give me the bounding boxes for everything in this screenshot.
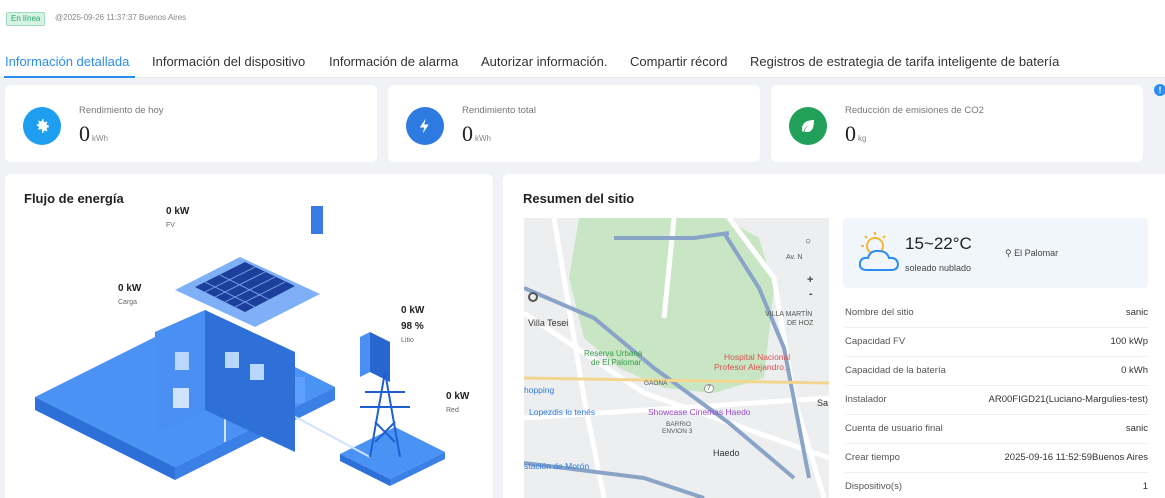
stat-card-today-yield: Rendimiento de hoy 0 kWh <box>5 85 377 162</box>
tab-detailed-info[interactable]: Información detallada <box>5 54 129 69</box>
info-row-installer: Instalador AR00FIGD21(Luciano-Margulies-… <box>845 386 1148 415</box>
tab-alarm-info[interactable]: Información de alarma <box>329 54 458 69</box>
grid-label: Red <box>446 407 459 414</box>
info-label: Capacidad FV <box>845 336 906 347</box>
map-label: Av. N <box>786 254 803 261</box>
energy-flow-illustration <box>35 206 445 486</box>
info-row-end-user: Cuenta de usuario final sanic <box>845 415 1148 444</box>
info-label: Capacidad de la batería <box>845 365 946 376</box>
grid-power-value: 0 kW <box>446 391 470 402</box>
map-label: Showcase Cinemas Haedo <box>648 407 751 417</box>
load-label: Carga <box>118 299 138 306</box>
tab-battery-strategy-logs[interactable]: Registros de estrategia de tarifa inteli… <box>750 54 1059 69</box>
info-value: sanic <box>1125 423 1148 434</box>
map-label: Haedo <box>713 448 740 458</box>
battery-label: Litio <box>401 337 414 344</box>
info-row-devices: Dispositivo(s) 1 <box>845 473 1148 498</box>
info-label: Nombre del sitio <box>845 307 914 318</box>
map-label: Sa <box>817 398 829 408</box>
info-value: 0 kWh <box>1121 365 1148 376</box>
info-row-pv-capacity: Capacidad FV 100 kWp <box>845 328 1148 357</box>
map-label: stación de Morón <box>524 461 590 471</box>
map-location-icon[interactable] <box>528 292 538 302</box>
partly-cloudy-icon <box>858 232 900 271</box>
battery-soc-value: 98 % <box>401 321 424 332</box>
pv-label: FV <box>166 222 175 229</box>
info-label: Cuenta de usuario final <box>845 423 943 434</box>
info-label: Instalador <box>845 394 887 405</box>
panel-title: Resumen del sitio <box>523 191 635 206</box>
site-map[interactable]: Villa Tesei VILLA MARTÍN DE HOZ Reserva … <box>524 218 829 498</box>
battery-power-value: 0 kW <box>401 305 425 316</box>
last-update-timestamp: @2025-09-26 11:37:37 Buenos Aires <box>55 13 187 22</box>
zoom-in-button[interactable]: + <box>807 274 813 286</box>
map-label: GAONA <box>644 380 668 387</box>
active-tab-indicator <box>4 76 135 78</box>
weather-condition: soleado nublado <box>905 263 972 273</box>
stat-label: Rendimiento total <box>462 105 536 116</box>
tab-device-info[interactable]: Información del dispositivo <box>152 54 305 69</box>
zoom-out-button[interactable]: - <box>809 288 813 300</box>
info-row-created-time: Crear tiempo 2025-09-16 11:52:59Buenos A… <box>845 444 1148 473</box>
stat-card-co2-reduction: Reducción de emisiones de CO2 0 kg <box>771 85 1143 162</box>
leaf-icon <box>789 107 827 145</box>
temperature-range: 15~22°C <box>905 234 972 253</box>
map-label: Lopezdis lo tenés <box>529 407 596 417</box>
stat-label: Reducción de emisiones de CO2 <box>845 105 984 116</box>
pv-power-value: 0 kW <box>166 206 190 217</box>
route-marker: 7 <box>704 384 714 393</box>
info-value: 1 <box>1142 481 1148 492</box>
map-label: Hospital Nacional <box>724 352 791 362</box>
energy-flow-panel: Flujo de energía 0 kW FV 0 kW Carga 0 kW… <box>5 174 493 498</box>
help-info-icon[interactable]: ! <box>1154 84 1165 96</box>
info-row-site-name: Nombre del sitio sanic <box>845 299 1148 328</box>
location-pin-icon: ⚲ <box>1005 248 1015 258</box>
info-value: AR00FIGD21(Luciano-Margulies-test) <box>988 394 1148 405</box>
tab-authorize-info[interactable]: Autorizar información. <box>481 54 607 69</box>
info-row-battery-capacity: Capacidad de la batería 0 kWh <box>845 357 1148 386</box>
stat-label: Rendimiento de hoy <box>79 105 164 116</box>
info-value: sanic <box>1125 307 1148 318</box>
map-label: Villa Tesei <box>528 318 569 328</box>
map-label: DE HOZ <box>787 320 814 327</box>
stat-value: 0 kWh <box>79 121 108 146</box>
status-bar: En línea @2025-09-26 11:37:37 Buenos Air… <box>0 0 1165 38</box>
info-value: 100 kWp <box>1110 336 1149 347</box>
stat-value: 0 kg <box>845 121 867 146</box>
info-label: Crear tiempo <box>845 452 900 463</box>
info-label: Dispositivo(s) <box>845 481 903 492</box>
map-label: Profesor Alejandro... <box>714 362 792 372</box>
map-label: BARRIO <box>666 421 691 428</box>
gear-icon <box>23 107 61 145</box>
tab-bar: Información detallada Información del di… <box>0 38 1165 78</box>
tab-share-record[interactable]: Compartir récord <box>630 54 728 69</box>
weather-widget: 15~22°C soleado nublado ⚲ El Palomar <box>843 218 1148 288</box>
lightning-icon <box>406 107 444 145</box>
online-status-badge: En línea <box>6 12 46 26</box>
map-recenter-icon[interactable]: ○ <box>805 236 811 247</box>
stat-card-total-yield: Rendimiento total 0 kWh <box>388 85 760 162</box>
map-label: Reserva Urbana <box>584 349 643 358</box>
map-label: de El Palomar <box>591 358 642 367</box>
stat-value: 0 kWh <box>462 121 491 146</box>
load-power-value: 0 kW <box>118 283 142 294</box>
map-label: hopping <box>524 385 555 395</box>
map-label: VILLA MARTÍN <box>765 311 813 318</box>
map-label: ENVION 3 <box>662 428 693 435</box>
info-value: 2025-09-16 11:52:59Buenos Aires <box>1004 452 1149 463</box>
weather-location: ⚲ El Palomar <box>1005 248 1059 258</box>
